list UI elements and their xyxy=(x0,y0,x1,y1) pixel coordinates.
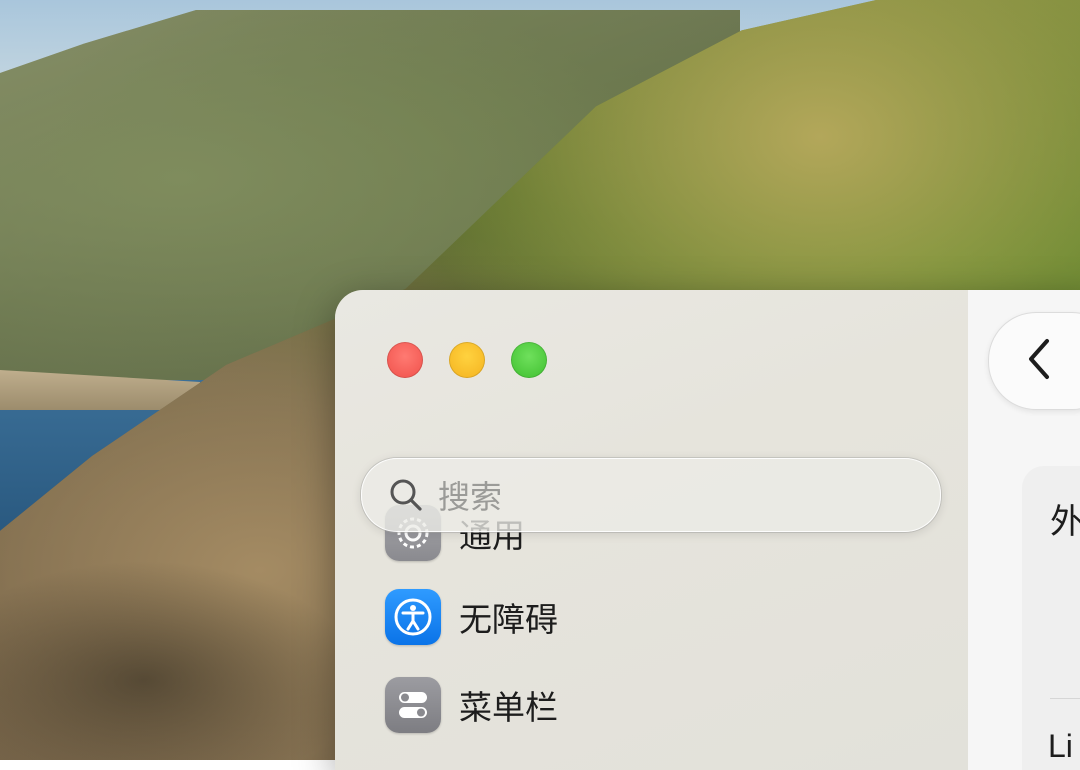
sidebar: 通用 搜索 无障碍 菜单栏 xyxy=(335,290,968,770)
back-button[interactable] xyxy=(988,312,1080,410)
wallpaper-cliff-shadow xyxy=(0,560,360,760)
search-icon xyxy=(386,475,426,515)
sidebar-item-label: 菜单栏 xyxy=(459,688,558,727)
section-label: 外 xyxy=(1050,502,1080,542)
sidebar-item-menu-bar[interactable]: 菜单栏 xyxy=(385,676,558,734)
sidebar-item-accessibility[interactable]: 无障碍 xyxy=(385,588,558,646)
row-label: Li xyxy=(1048,728,1073,764)
settings-card: 外 Li xyxy=(1022,466,1080,770)
search-input[interactable]: 搜索 xyxy=(438,472,502,518)
system-settings-window: 通用 搜索 无障碍 菜单栏 外 Li xyxy=(335,290,1080,770)
window-close-button[interactable] xyxy=(387,342,423,378)
accessibility-icon xyxy=(385,589,441,645)
divider xyxy=(1050,698,1080,699)
content-pane: 外 Li xyxy=(968,290,1080,770)
sidebar-item-label: 无障碍 xyxy=(459,600,558,639)
toggle-switches-icon xyxy=(385,677,441,733)
chevron-left-icon xyxy=(1025,337,1053,385)
window-zoom-button[interactable] xyxy=(511,342,547,378)
window-minimize-button[interactable] xyxy=(449,342,485,378)
search-field[interactable]: 搜索 xyxy=(361,458,941,532)
